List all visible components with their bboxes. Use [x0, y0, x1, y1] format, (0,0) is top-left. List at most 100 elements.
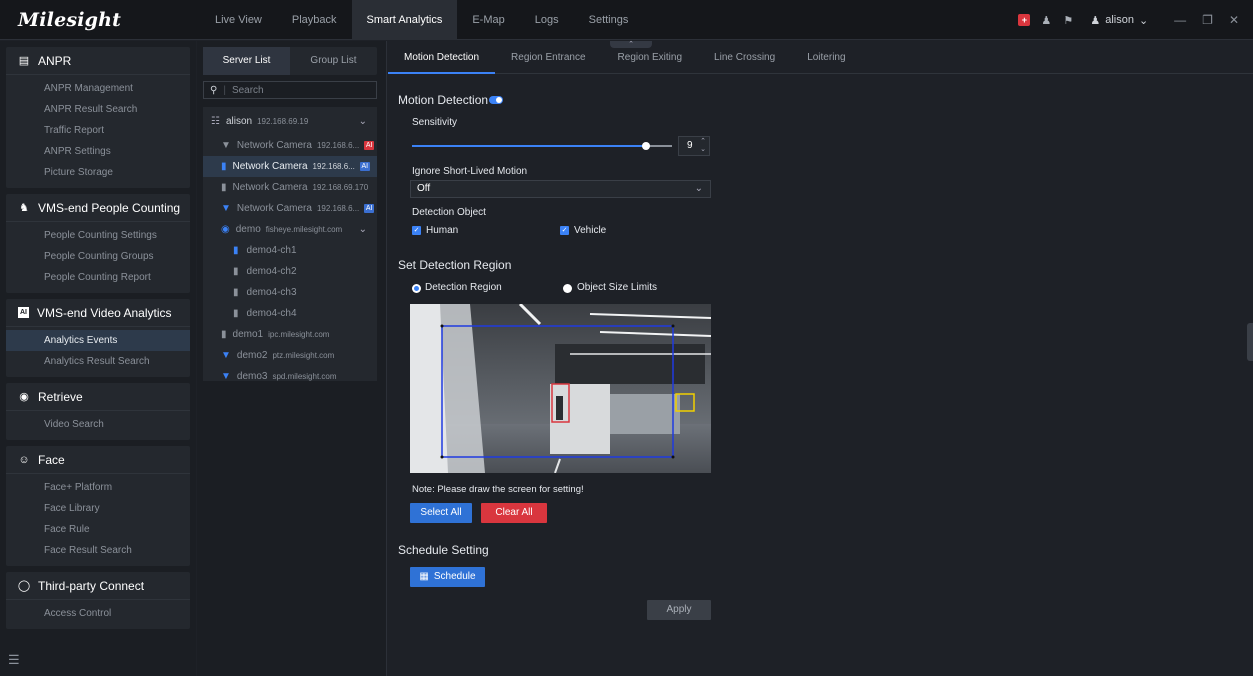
camera-icon: ▮	[233, 266, 239, 277]
ai-badge: AI	[359, 162, 370, 171]
tree-server-node[interactable]: ☷ alison 192.168.69.19 ⌄	[203, 107, 377, 135]
app-logo: Milesight	[18, 9, 122, 31]
tab-logs[interactable]: Logs	[520, 0, 574, 40]
side-collapse-handle[interactable]	[1247, 323, 1253, 361]
alarm-icon[interactable]: +	[1018, 14, 1031, 26]
connect-icon: ◯	[17, 580, 31, 592]
tab-smart-analytics[interactable]: Smart Analytics	[351, 0, 458, 40]
sensitivity-stepper[interactable]: 9 ⌃ ⌄	[678, 136, 710, 156]
minimize-icon[interactable]: —	[1174, 13, 1186, 27]
sidebar-item-face-rule[interactable]: Face Rule	[6, 519, 190, 540]
sensitivity-slider-handle[interactable]	[642, 142, 650, 150]
ignore-motion-value: Off	[417, 183, 431, 194]
object-size-radio[interactable]	[563, 284, 572, 293]
stepper-arrows-icon[interactable]: ⌃ ⌄	[700, 138, 706, 154]
face-icon: ☺	[18, 453, 30, 466]
camera-icon: ▼	[221, 203, 231, 214]
sidebar-item-face-result-search[interactable]: Face Result Search	[6, 540, 190, 561]
tab-playback[interactable]: Playback	[277, 0, 352, 40]
sidebar-item-people-counting-report[interactable]: People Counting Report	[6, 267, 190, 288]
retrieve-icon: ◉	[19, 391, 29, 403]
tab-group-list[interactable]: Group List	[290, 47, 377, 75]
user-menu[interactable]: ♟ alison ⌄	[1090, 14, 1148, 27]
tab-loitering[interactable]: Loitering	[791, 41, 861, 74]
group-retrieve-header[interactable]: ◉ Retrieve	[6, 383, 190, 411]
tab-settings[interactable]: Settings	[574, 0, 644, 40]
chevron-down-icon: ⌄	[694, 183, 703, 194]
user-manage-icon[interactable]: ♟	[1040, 14, 1052, 27]
sidebar-item-analytics-result-search[interactable]: Analytics Result Search	[6, 351, 190, 372]
sidebar-item-people-counting-settings[interactable]: People Counting Settings	[6, 225, 190, 246]
sidebar-item-picture-storage[interactable]: Picture Storage	[6, 162, 190, 183]
server-group-switch: Server List Group List	[203, 47, 377, 75]
tree-channel-node[interactable]: ▮ demo4-ch2	[203, 261, 377, 282]
sensitivity-value: 9	[687, 140, 693, 151]
camera-icon: ▮	[233, 245, 239, 256]
human-checkbox[interactable]: ✓	[412, 226, 421, 235]
sidebar-item-access-control[interactable]: Access Control	[6, 603, 190, 624]
sidebar-item-analytics-events[interactable]: Analytics Events	[6, 330, 190, 351]
tab-live-view[interactable]: Live View	[200, 0, 277, 40]
node-name: demo4-ch1	[246, 245, 297, 256]
detection-region-radio[interactable]	[412, 284, 421, 293]
detection-object-label: Detection Object	[412, 207, 486, 218]
group-title: Third-party Connect	[38, 578, 145, 593]
group-video-header[interactable]: AI VMS-end Video Analytics	[6, 299, 190, 327]
tree-channel-node[interactable]: ▮ demo4-ch1	[203, 240, 377, 261]
collapse-up-icon[interactable]: ⌃	[610, 41, 652, 48]
collapse-menu-icon[interactable]: ☰	[8, 652, 20, 668]
tree-nvr-node[interactable]: ◉ demo fisheye.milesight.com ⌄	[203, 219, 377, 240]
tab-motion-detection[interactable]: Motion Detection	[388, 41, 496, 74]
sidebar-item-anpr-settings[interactable]: ANPR Settings	[6, 141, 190, 162]
group-title: ANPR	[38, 53, 72, 68]
tree-channel-node[interactable]: ▮ demo4-ch4	[203, 303, 377, 324]
motion-detection-toggle[interactable]	[489, 96, 503, 104]
vehicle-checkbox[interactable]: ✓	[560, 226, 569, 235]
sidebar-item-video-search[interactable]: Video Search	[6, 414, 190, 435]
group-anpr-header[interactable]: ▤ ANPR	[6, 47, 190, 75]
sidebar-item-people-counting-groups[interactable]: People Counting Groups	[6, 246, 190, 267]
ignore-motion-select[interactable]: Off ⌄	[410, 180, 711, 198]
tab-line-crossing[interactable]: Line Crossing	[698, 41, 791, 74]
schedule-button[interactable]: ▦ Schedule	[410, 567, 485, 587]
group-people-header[interactable]: ♞ VMS-end People Counting	[6, 194, 190, 222]
device-search-input[interactable]: ⚲ | Search	[203, 81, 377, 99]
node-ip: 192.168.69.19	[257, 116, 309, 126]
tree-camera-node[interactable]: ▮ demo1 ipc.milesight.com	[203, 324, 377, 345]
apply-button[interactable]: Apply	[647, 600, 711, 620]
tab-server-list[interactable]: Server List	[203, 47, 290, 75]
sidebar: ▤ ANPR ANPR Management ANPR Result Search…	[0, 41, 196, 676]
node-name: demo2	[236, 350, 268, 361]
select-all-button[interactable]: Select All	[410, 503, 472, 523]
group-retrieve: ◉ Retrieve Video Search	[6, 383, 190, 440]
tree-camera-node[interactable]: ▼ Network Camera 192.168.6... AI	[203, 198, 377, 219]
camera-preview[interactable]	[410, 304, 711, 473]
sidebar-item-face-platform[interactable]: Face+ Platform	[6, 477, 190, 498]
node-ip: 192.168.6...	[316, 141, 360, 150]
tree-channel-node[interactable]: ▮ demo4-ch3	[203, 282, 377, 303]
search-placeholder: Search	[231, 84, 264, 96]
group-face-header[interactable]: ☺ Face	[6, 446, 190, 474]
tab-region-entrance[interactable]: Region Entrance	[495, 41, 602, 74]
tree-camera-node[interactable]: ▼ Network Camera 192.168.6... AI	[203, 135, 377, 156]
notification-icon[interactable]: ⚑	[1062, 14, 1074, 27]
sidebar-item-anpr-management[interactable]: ANPR Management	[6, 78, 190, 99]
restore-icon[interactable]: ❐	[1202, 13, 1213, 27]
close-icon[interactable]: ✕	[1229, 13, 1239, 27]
tree-camera-node[interactable]: ▼ demo2 ptz.milesight.com	[203, 345, 377, 366]
node-name: demo4-ch3	[246, 287, 297, 298]
node-name: demo1	[232, 329, 264, 340]
chevron-down-icon: ⌄	[1138, 14, 1149, 27]
sidebar-item-anpr-result-search[interactable]: ANPR Result Search	[6, 99, 190, 120]
tree-camera-node-selected[interactable]: ▮ Network Camera 192.168.6... AI	[203, 156, 377, 177]
tab-e-map[interactable]: E-Map	[457, 0, 519, 40]
tree-camera-node[interactable]: ▮ Network Camera 192.168.69.170	[203, 177, 377, 198]
tree-camera-node[interactable]: ▼ demo3 spd.milesight.com	[203, 366, 377, 387]
group-anpr: ▤ ANPR ANPR Management ANPR Result Search…	[6, 47, 190, 188]
group-third-header[interactable]: ◯ Third-party Connect	[6, 572, 190, 600]
sidebar-item-face-library[interactable]: Face Library	[6, 498, 190, 519]
node-ip: spd.milesight.com	[272, 372, 337, 381]
node-name: demo4-ch2	[246, 266, 297, 277]
clear-all-button[interactable]: Clear All	[481, 503, 547, 523]
sidebar-item-traffic-report[interactable]: Traffic Report	[6, 120, 190, 141]
